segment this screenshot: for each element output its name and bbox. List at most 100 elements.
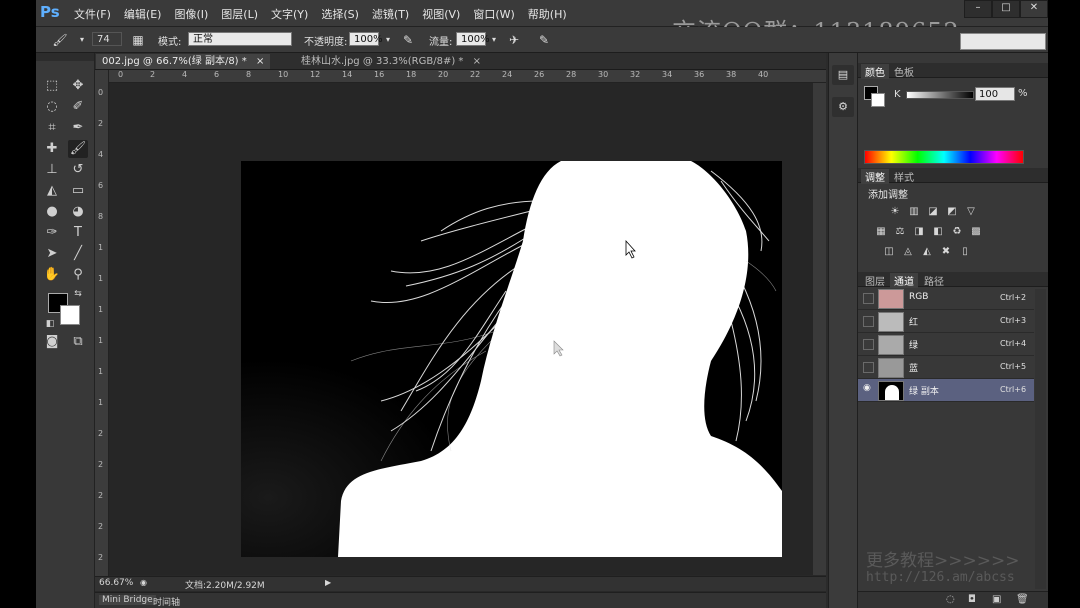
tab-adjustments[interactable]: 调整 (861, 169, 889, 184)
tab-timeline[interactable]: 时间轴 (153, 595, 180, 608)
vibrance-icon[interactable]: ▽ (964, 205, 978, 218)
visibility-toggle[interactable] (863, 316, 874, 327)
screen-mode-icon[interactable]: ⧉ (68, 333, 88, 351)
mode-select[interactable]: 正常 (188, 32, 292, 46)
type-tool-icon[interactable]: T (68, 224, 88, 242)
invert-icon[interactable]: ◫ (882, 245, 896, 258)
brightness-icon[interactable]: ☀ (888, 205, 902, 218)
posterize-icon[interactable]: ◬ (901, 245, 915, 258)
marquee-tool-icon[interactable]: ⬚ (42, 77, 62, 95)
channel-row-blue[interactable]: 蓝 Ctrl+5 (858, 356, 1034, 379)
color-balance-icon[interactable]: ⚖ (893, 225, 907, 238)
eye-icon[interactable]: ◉ (863, 383, 872, 393)
k-slider[interactable] (906, 91, 974, 99)
visibility-toggle[interactable] (863, 362, 874, 373)
brush-size-preset[interactable]: 74 (92, 32, 122, 46)
tab-mini-bridge[interactable]: Mini Bridge (99, 595, 156, 605)
channel-row-red[interactable]: 红 Ctrl+3 (858, 310, 1034, 333)
swap-colors-icon[interactable]: ⇆ (68, 285, 88, 303)
photo-filter-icon[interactable]: ◧ (931, 225, 945, 238)
menu-filter[interactable]: 滤镜(T) (372, 6, 409, 22)
visibility-toggle[interactable] (863, 339, 874, 350)
tab-doc-002[interactable]: 002.jpg @ 66.7%(绿 副本/8) * × (96, 54, 271, 69)
default-colors-icon[interactable]: ◧ (40, 315, 60, 333)
quick-mask-icon[interactable]: ◙ (42, 333, 62, 351)
curves-icon[interactable]: ◪ (926, 205, 940, 218)
exposure-icon[interactable]: ◩ (945, 205, 959, 218)
background-color-swatch[interactable] (60, 305, 80, 325)
eraser-tool-icon[interactable]: ◭ (42, 182, 62, 200)
tab-color[interactable]: 颜色 (861, 64, 889, 79)
maximize-button[interactable]: □ (992, 0, 1020, 18)
crop-tool-icon[interactable]: ⌗ (42, 119, 62, 137)
load-selection-icon[interactable]: ◌ (946, 594, 955, 605)
brush-panel-icon[interactable]: ▦ (130, 32, 146, 48)
new-channel-icon[interactable]: ▣ (992, 594, 1001, 605)
brush-tool-button-icon[interactable]: 🖌 (68, 140, 88, 158)
chevron-down-icon[interactable]: ▾ (74, 32, 90, 48)
pen-tool-icon[interactable]: ✑ (42, 224, 62, 242)
opacity-chevron-icon[interactable]: ▾ (380, 32, 396, 48)
channels-scrollbar[interactable] (1035, 289, 1046, 589)
hue-saturation-icon[interactable]: ▦ (874, 225, 888, 238)
tab-channels[interactable]: 通道 (890, 273, 918, 288)
hand-tool-icon[interactable]: ✋ (42, 266, 62, 284)
quick-select-tool-icon[interactable]: ✐ (68, 98, 88, 116)
visibility-toggle[interactable] (863, 293, 874, 304)
zoom-level[interactable]: 66.67% (99, 578, 133, 588)
delete-channel-icon[interactable]: 🗑 (1016, 594, 1029, 605)
opacity-input[interactable]: 100% (349, 32, 383, 46)
lasso-tool-icon[interactable]: ◌ (42, 98, 62, 116)
k-value-input[interactable]: 100 (975, 87, 1015, 101)
menu-type[interactable]: 文字(Y) (271, 6, 308, 22)
menu-help[interactable]: 帮助(H) (528, 6, 567, 22)
flow-chevron-icon[interactable]: ▾ (486, 32, 502, 48)
workspace-select[interactable] (960, 33, 1046, 50)
selective-color-icon[interactable]: ✖ (939, 245, 953, 258)
menu-file[interactable]: 文件(F) (74, 6, 111, 22)
airbrush-icon[interactable]: ✈ (506, 32, 522, 48)
menu-select[interactable]: 选择(S) (321, 6, 359, 22)
color-lookup-icon[interactable]: ▩ (969, 225, 983, 238)
gradient-tool-icon[interactable]: ▭ (68, 182, 88, 200)
save-selection-icon[interactable]: ◘ (968, 594, 976, 605)
levels-icon[interactable]: ▥ (907, 205, 921, 218)
threshold-icon[interactable]: ◭ (920, 245, 934, 258)
tab-doc-guilin[interactable]: 桂林山水.jpg @ 33.3%(RGB/8#) * × (295, 54, 487, 69)
channel-row-rgb[interactable]: RGB Ctrl+2 (858, 287, 1034, 310)
minimize-button[interactable]: – (964, 0, 992, 18)
black-white-icon[interactable]: ◨ (912, 225, 926, 238)
color-spectrum[interactable] (864, 150, 1024, 164)
channel-row-green[interactable]: 绿 Ctrl+4 (858, 333, 1034, 356)
channel-mixer-icon[interactable]: ♻ (950, 225, 964, 238)
menu-edit[interactable]: 编辑(E) (124, 6, 162, 22)
properties-panel-icon[interactable]: ⚙ (832, 97, 854, 117)
tab-doc-002-close-icon[interactable]: × (256, 56, 264, 67)
tab-styles[interactable]: 样式 (890, 169, 918, 184)
tab-doc-guilin-close-icon[interactable]: × (473, 56, 481, 67)
vertical-scrollbar[interactable] (813, 83, 826, 575)
line-tool-icon[interactable]: ╱ (68, 245, 88, 263)
panel-bg-swatch[interactable] (871, 93, 885, 107)
stamp-tool-icon[interactable]: ⊥ (42, 161, 62, 179)
close-button[interactable]: ✕ (1020, 0, 1048, 18)
healing-tool-icon[interactable]: ✚ (42, 140, 62, 158)
menu-layer[interactable]: 图层(L) (221, 6, 258, 22)
menu-window[interactable]: 窗口(W) (473, 6, 514, 22)
move-tool-icon[interactable]: ✥ (68, 77, 88, 95)
channel-row-green-copy[interactable]: ◉ 绿 副本 Ctrl+6 (858, 379, 1034, 402)
blur-tool-icon[interactable]: ● (42, 203, 62, 221)
gradient-map-icon[interactable]: ▯ (958, 245, 972, 258)
history-panel-icon[interactable]: ▤ (832, 65, 854, 85)
brush-tool-icon[interactable]: 🖌 (52, 32, 68, 48)
status-menu-arrow-icon[interactable]: ▶ (325, 578, 331, 587)
status-info-icon[interactable]: ◉ (140, 578, 147, 587)
zoom-tool-icon[interactable]: ⚲ (68, 266, 88, 284)
path-select-tool-icon[interactable]: ➤ (42, 245, 62, 263)
dodge-tool-icon[interactable]: ◕ (68, 203, 88, 221)
eyedropper-tool-icon[interactable]: ✒ (68, 119, 88, 137)
tab-paths[interactable]: 路径 (920, 273, 948, 288)
pressure-size-icon[interactable]: ✎ (536, 32, 552, 48)
tab-layers[interactable]: 图层 (861, 273, 889, 288)
tab-swatches[interactable]: 色板 (890, 64, 918, 79)
